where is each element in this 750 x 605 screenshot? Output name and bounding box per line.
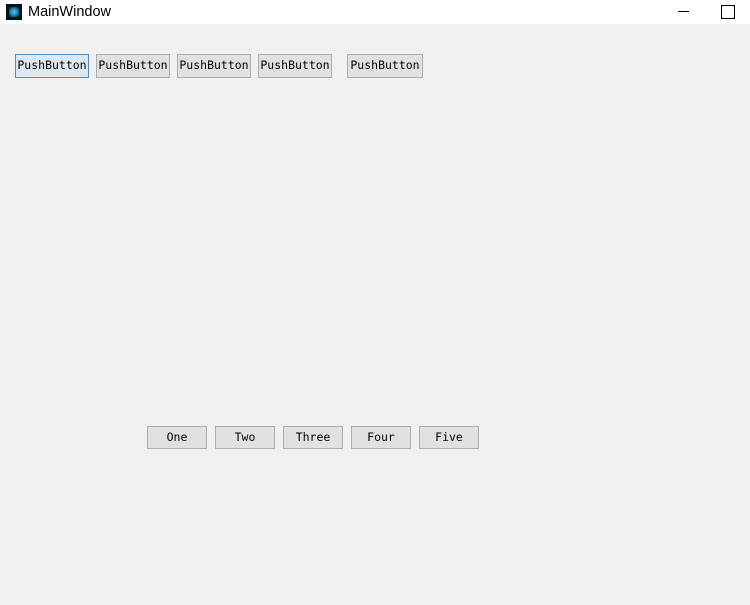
button-one[interactable]: One — [147, 426, 207, 449]
button-five[interactable]: Five — [419, 426, 479, 449]
push-button-3[interactable]: PushButton — [177, 54, 251, 78]
maximize-button[interactable] — [705, 0, 750, 24]
qt-logo-icon-inner — [9, 7, 19, 17]
push-button-4[interactable]: PushButton — [258, 54, 332, 78]
main-window: MainWindow PushButton PushButton PushBut… — [0, 0, 750, 605]
qt-logo-icon — [6, 4, 22, 20]
push-button-1[interactable]: PushButton — [15, 54, 89, 78]
push-button-2[interactable]: PushButton — [96, 54, 170, 78]
minimize-icon — [678, 11, 689, 12]
minimize-button[interactable] — [660, 0, 706, 24]
window-title: MainWindow — [28, 4, 111, 20]
button-two[interactable]: Two — [215, 426, 275, 449]
maximize-icon — [721, 5, 735, 19]
button-four[interactable]: Four — [351, 426, 411, 449]
client-area: PushButton PushButton PushButton PushBut… — [0, 24, 750, 605]
push-button-5[interactable]: PushButton — [347, 54, 423, 78]
button-three[interactable]: Three — [283, 426, 343, 449]
title-bar: MainWindow — [0, 0, 750, 24]
